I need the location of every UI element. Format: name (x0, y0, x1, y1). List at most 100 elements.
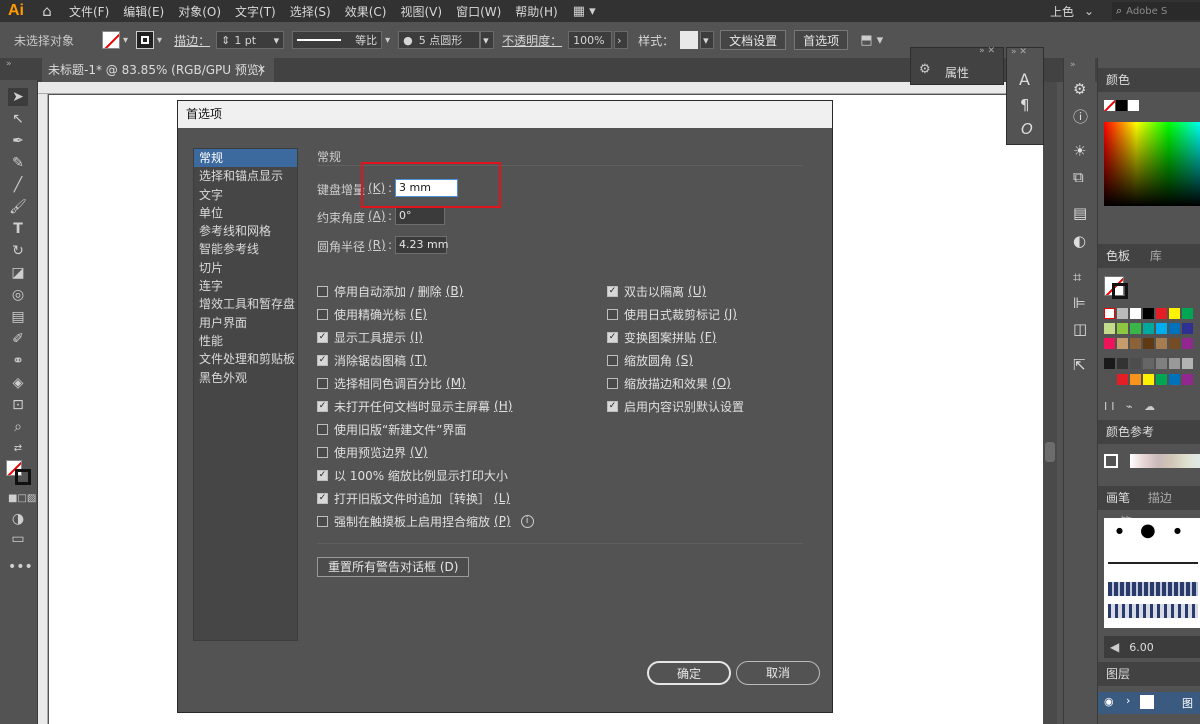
checkbox-checked-icon[interactable]: ✓ (317, 354, 328, 366)
stroke-color-icon[interactable] (15, 469, 31, 485)
swatch-darkbrown[interactable] (1143, 338, 1154, 349)
color-panel-header[interactable]: 颜色 (1098, 68, 1200, 92)
swatch-black[interactable] (1143, 308, 1154, 319)
screen-mode-icon[interactable]: ▭ (8, 530, 28, 548)
category-units[interactable]: 单位 (194, 204, 297, 222)
option-disable-auto-add-delete[interactable]: 停用自动添加 / 删除 (B) (317, 283, 463, 299)
checkbox[interactable] (317, 377, 328, 389)
style-chevron-icon[interactable]: ▾ (700, 31, 715, 49)
swatch-group-red[interactable] (1117, 374, 1128, 385)
collapse-toolbar-icon[interactable]: » (6, 59, 12, 69)
checkbox-checked-icon[interactable]: ✓ (317, 469, 328, 481)
properties-label[interactable]: 属性 (945, 64, 969, 81)
checkbox[interactable] (317, 423, 328, 435)
drawing-mode-icon[interactable]: ◑ (8, 510, 28, 528)
color-guide-header[interactable]: 颜色参考 (1098, 420, 1200, 444)
option-append-convert[interactable]: ✓ 打开旧版文件时追加［转换］ (L) (317, 490, 510, 506)
document-tab[interactable]: 未标题-1* @ 83.85% (RGB/GPU 预览) ✕ (42, 58, 274, 82)
brush-library[interactable]: ● ● ● (1104, 518, 1200, 628)
curvature-tool-icon[interactable]: ✎ (8, 154, 28, 172)
brush-dot-medium[interactable]: ● (1174, 526, 1181, 535)
swatch-gray-6[interactable] (1169, 358, 1180, 369)
opentype-icon[interactable]: O (1021, 120, 1033, 138)
vertical-scrollbar[interactable] (1043, 82, 1057, 724)
reset-warnings-button[interactable]: 重置所有警告对话框 (D) (317, 557, 470, 577)
option-scale-corners[interactable]: 缩放圆角 (S) (607, 352, 693, 368)
swatch-gray-2[interactable] (1117, 358, 1128, 369)
fill-chevron-icon[interactable]: ▾ (123, 35, 128, 46)
arrange-icon[interactable]: ⬒ ▾ (860, 33, 883, 48)
swatch-red[interactable] (1156, 308, 1167, 319)
category-plugins-scratch[interactable]: 增效工具和暂存盘 (194, 295, 297, 313)
direct-selection-tool-icon[interactable]: ↖ (8, 110, 28, 128)
scrollbar-thumb[interactable] (1045, 442, 1055, 462)
swatch-purple[interactable] (1182, 338, 1193, 349)
option-print-size-100[interactable]: ✓ 以 100% 缩放比例显示打印大小 (317, 467, 508, 483)
corner-radius-input[interactable]: 4.23 mm (395, 236, 448, 254)
selection-tool-icon[interactable]: ➤ (8, 88, 28, 106)
stroke-swatch-icon[interactable] (136, 31, 155, 49)
color-guide-strip[interactable] (1130, 454, 1200, 468)
workspace-chevron-icon[interactable]: ⌄ (1084, 4, 1094, 18)
stroke-tab[interactable]: 描边 (1148, 491, 1172, 505)
char-panel-expand-icon[interactable]: » ✕ (1011, 47, 1027, 57)
eraser-tool-icon[interactable]: ◪ (8, 264, 28, 282)
gradient-tool-icon[interactable]: ▤ (8, 308, 28, 326)
swatch-group-orange[interactable] (1130, 374, 1141, 385)
appearance-icon[interactable]: ⚙ (1073, 80, 1086, 98)
menu-object[interactable]: 对象(O) (171, 3, 228, 20)
option-show-home-screen[interactable]: ✓ 未打开任何文档时显示主屏幕 (H) (317, 398, 512, 414)
pathfinder-icon[interactable]: ◫ (1073, 320, 1087, 338)
category-selection-anchor[interactable]: 选择和锚点显示 (194, 167, 297, 185)
edit-toolbar-icon[interactable]: ••• (8, 558, 33, 576)
cancel-button[interactable]: 取消 (736, 661, 820, 685)
color-mode-icon[interactable]: ■□▨ (8, 490, 36, 508)
option-preview-bounds[interactable]: 使用预览边界 (V) (317, 444, 428, 460)
category-hyphenation[interactable]: 连字 (194, 277, 297, 295)
swatch-navy[interactable] (1182, 323, 1193, 334)
menu-effect[interactable]: 效果(C) (338, 3, 394, 20)
stroke-stepper-icon[interactable]: ⇕ (221, 34, 230, 47)
layer-expand-icon[interactable]: › (1126, 694, 1130, 707)
option-select-same-tint[interactable]: 选择相同色调百分比 (M) (317, 375, 466, 391)
swatch-gray-5[interactable] (1156, 358, 1167, 369)
category-smart-guides[interactable]: 智能参考线 (194, 240, 297, 258)
swap-fill-stroke-icon[interactable]: ⇄ (8, 440, 28, 458)
swatch-umber[interactable] (1169, 338, 1180, 349)
menu-window[interactable]: 窗口(W) (449, 3, 508, 20)
blend-tool-icon[interactable]: ⚭ (8, 352, 28, 370)
checkbox-checked-icon[interactable]: ✓ (317, 492, 328, 504)
category-file-handling[interactable]: 文件处理和剪贴板 (194, 350, 297, 368)
category-user-interface[interactable]: 用户界面 (194, 314, 297, 332)
option-precise-cursors[interactable]: 使用精确光标 (E) (317, 306, 427, 322)
constrain-angle-input[interactable]: 0° (395, 207, 445, 225)
export-icon[interactable]: ⇱ (1073, 356, 1086, 374)
layers-panel-header[interactable]: 图层 (1098, 662, 1200, 686)
brushes-tab[interactable]: 画笔 (1106, 491, 1130, 505)
document-setup-button[interactable]: 文档设置 (720, 30, 787, 50)
menu-file[interactable]: 文件(F) (62, 3, 116, 20)
category-black-appearance[interactable]: 黑色外观 (194, 369, 297, 387)
black-swatch[interactable] (1116, 100, 1127, 111)
zoom-tool-icon[interactable]: ⌕ (8, 418, 28, 436)
type-tool-icon[interactable]: T (8, 220, 28, 238)
transform-icon[interactable]: ⧉ (1073, 168, 1084, 186)
swatch-group-yellow[interactable] (1143, 374, 1154, 385)
swatches-tab[interactable]: 色板 (1106, 249, 1130, 263)
dock-collapse-icon[interactable]: » (1070, 60, 1076, 70)
swatch-group-purple[interactable] (1182, 374, 1193, 385)
checkbox[interactable] (317, 446, 328, 458)
symbols-icon[interactable]: ⌗ (1073, 268, 1081, 286)
checkbox[interactable] (317, 308, 328, 320)
option-transform-pattern-tiles[interactable]: ✓ 变换图案拼贴 (F) (607, 329, 716, 345)
checkbox[interactable] (607, 377, 618, 389)
line-tool-icon[interactable]: ╱ (8, 176, 28, 194)
panel-expand-icon[interactable]: » ✕ (979, 46, 995, 56)
brush-chevron-icon[interactable]: ▾ (480, 31, 495, 49)
menu-view[interactable]: 视图(V) (393, 3, 449, 20)
arrange-documents-icon[interactable]: ▦ ▾ (573, 4, 596, 19)
swatch-khaki[interactable] (1156, 338, 1167, 349)
swatch-green[interactable] (1182, 308, 1193, 319)
swatch-library-icons[interactable]: ⅠⅠ ⌁ ☁ (1104, 400, 1159, 413)
brush-dot-small[interactable]: ● (1116, 526, 1123, 535)
